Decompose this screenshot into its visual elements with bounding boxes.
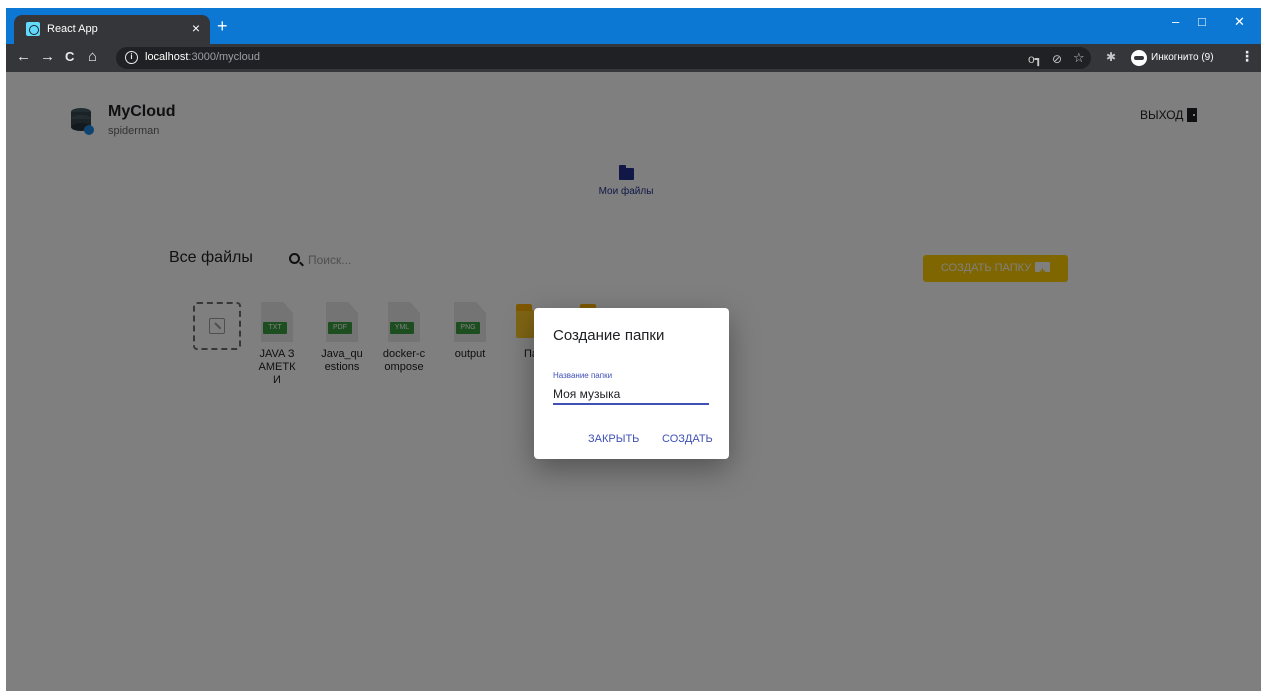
browser-toolbar: ← → C ⌂ i localhost:3000/mycloud o┓ ⊘ ☆ …: [6, 44, 1261, 72]
minimize-icon[interactable]: –: [1172, 14, 1179, 29]
incognito-icon: [1131, 50, 1147, 66]
extensions-icon[interactable]: ✱: [1106, 50, 1116, 64]
address-bar[interactable]: i localhost:3000/mycloud o┓ ⊘ ☆: [116, 47, 1091, 69]
home-icon[interactable]: ⌂: [88, 48, 97, 66]
tab-close-icon[interactable]: ×: [192, 20, 200, 36]
eye-off-icon[interactable]: ⊘: [1052, 52, 1062, 66]
tab-strip: React App × + – □ ✕: [6, 8, 1261, 44]
browser-window: React App × + – □ ✕ ← → C ⌂ i localhost:…: [6, 8, 1261, 691]
close-window-icon[interactable]: ✕: [1234, 14, 1245, 30]
url-text: localhost:3000/mycloud: [145, 51, 260, 63]
maximize-icon[interactable]: □: [1198, 14, 1206, 29]
create-folder-dialog: Создание папки Название папки ЗАКРЫТЬ СО…: [534, 308, 729, 459]
folder-name-label: Название папки: [553, 371, 613, 380]
page: MyCloud spiderman ВЫХОД Мои файлы Все фа…: [6, 72, 1261, 691]
react-favicon-icon: [26, 22, 40, 36]
info-icon[interactable]: i: [125, 51, 138, 64]
forward-icon[interactable]: →: [40, 48, 55, 66]
star-icon[interactable]: ☆: [1073, 50, 1085, 66]
reload-icon[interactable]: C: [65, 48, 74, 66]
incognito-label: Инкогнито (9): [1151, 52, 1214, 63]
dialog-title: Создание папки: [553, 327, 665, 344]
back-icon[interactable]: ←: [16, 48, 31, 66]
create-button[interactable]: СОЗДАТЬ: [662, 433, 713, 445]
tab-title: React App: [47, 23, 98, 35]
folder-name-input[interactable]: [553, 385, 709, 405]
key-icon[interactable]: o┓: [1028, 52, 1042, 66]
new-tab-button[interactable]: +: [217, 17, 228, 35]
close-button[interactable]: ЗАКРЫТЬ: [588, 433, 639, 445]
tab-react-app[interactable]: React App ×: [14, 15, 210, 44]
browser-menu-icon[interactable]: ⋮: [1240, 48, 1254, 65]
